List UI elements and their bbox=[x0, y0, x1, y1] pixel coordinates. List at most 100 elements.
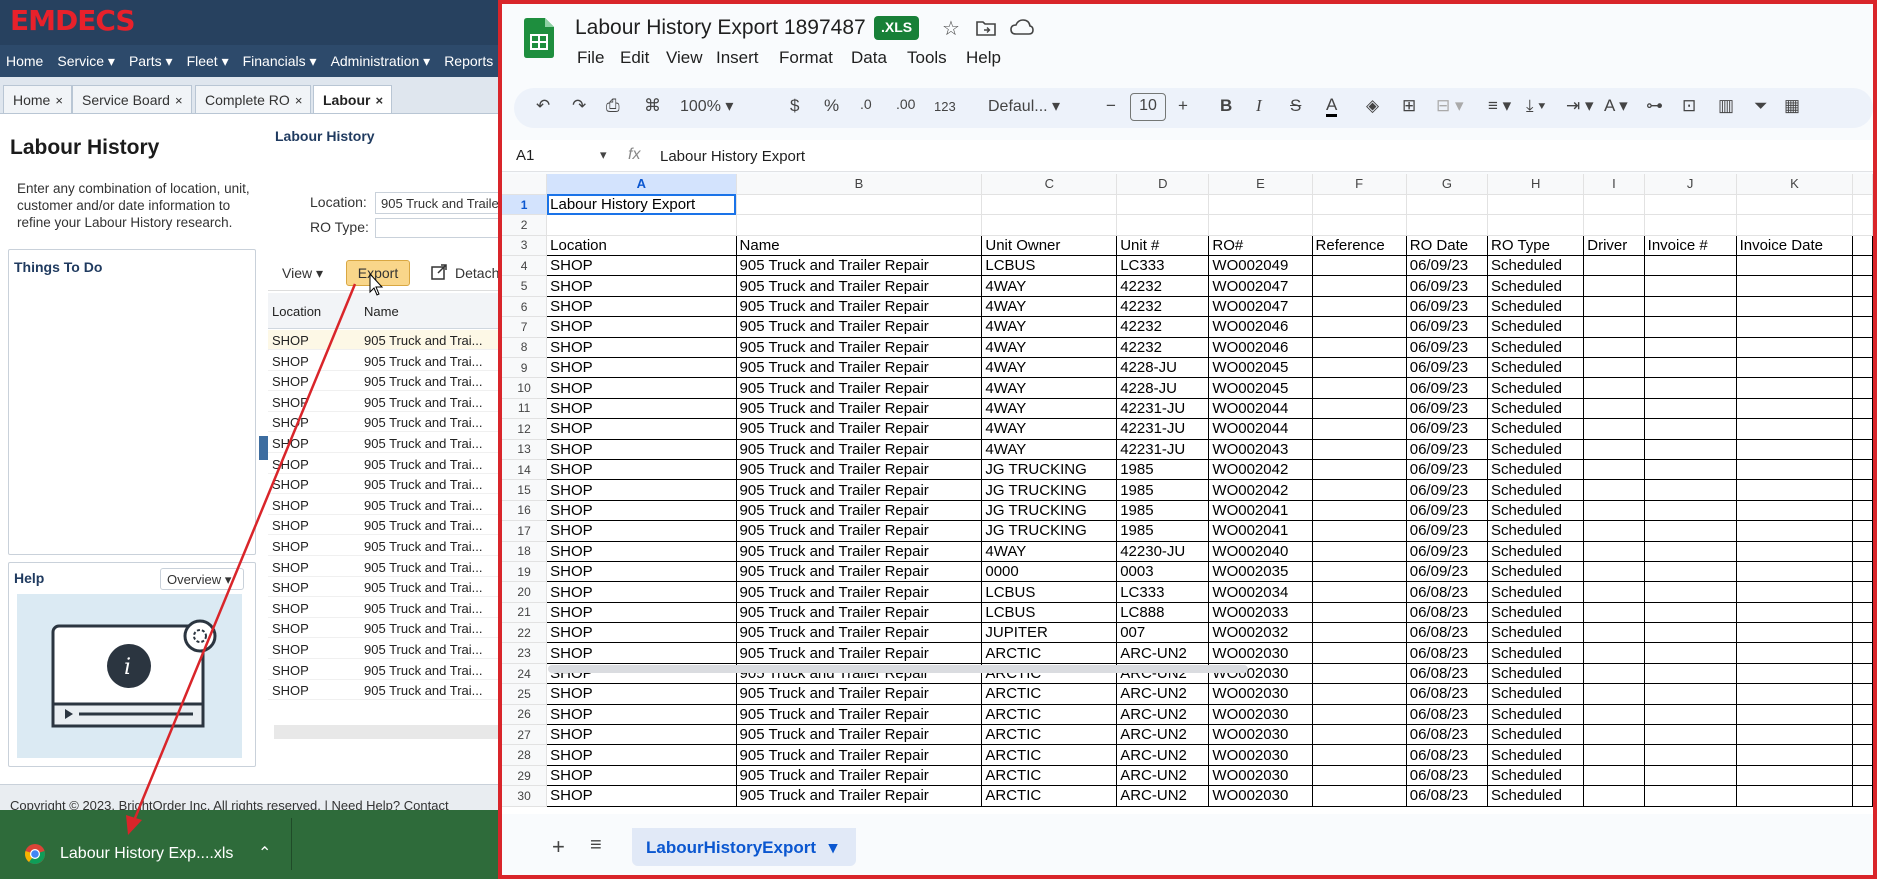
cell[interactable]: WO002030 bbox=[1208, 642, 1313, 664]
cell[interactable]: ARCTIC bbox=[981, 785, 1118, 807]
cell[interactable] bbox=[1583, 561, 1645, 583]
table-row[interactable]: SHOP 905 Truck and Trai... bbox=[268, 454, 508, 474]
cell[interactable] bbox=[1736, 622, 1854, 644]
column-header-a[interactable]: A bbox=[546, 174, 737, 195]
cell[interactable] bbox=[1644, 561, 1737, 583]
cell[interactable]: Invoice Date bbox=[1736, 235, 1854, 257]
results-horizontal-scrollbar[interactable] bbox=[274, 725, 514, 739]
cell[interactable]: Scheduled bbox=[1487, 377, 1585, 399]
add-sheet-icon[interactable]: + bbox=[552, 834, 565, 860]
table-row[interactable]: SHOP 905 Truck and Trai... bbox=[268, 680, 508, 701]
cell[interactable]: SHOP bbox=[546, 337, 737, 359]
table-row[interactable]: SHOP 905 Truck and Trai... bbox=[268, 495, 508, 515]
cell[interactable] bbox=[1736, 398, 1854, 420]
cell[interactable]: Scheduled bbox=[1487, 316, 1585, 338]
table-row[interactable]: SHOP 905 Truck and Trai... bbox=[268, 515, 508, 536]
bold-button[interactable]: B bbox=[1220, 96, 1232, 116]
cell[interactable] bbox=[1312, 663, 1407, 685]
cell[interactable]: 06/09/23 bbox=[1406, 316, 1489, 338]
cell[interactable]: 4WAY bbox=[981, 398, 1118, 420]
cell[interactable] bbox=[1116, 194, 1210, 216]
cell[interactable] bbox=[1312, 785, 1407, 807]
cell[interactable] bbox=[1852, 724, 1873, 746]
font-size-decrease-button[interactable]: − bbox=[1106, 96, 1116, 116]
cell[interactable] bbox=[1116, 214, 1210, 236]
cell[interactable] bbox=[1852, 785, 1873, 807]
cell[interactable]: SHOP bbox=[546, 724, 737, 746]
cell[interactable] bbox=[1644, 663, 1737, 685]
cell[interactable]: 06/08/23 bbox=[1406, 724, 1489, 746]
cell[interactable]: ARC-UN2 bbox=[1116, 642, 1210, 664]
cell[interactable]: SHOP bbox=[546, 785, 737, 807]
cell[interactable]: 06/08/23 bbox=[1406, 622, 1489, 644]
cell[interactable] bbox=[1312, 744, 1407, 766]
cell[interactable]: WO002043 bbox=[1208, 439, 1313, 460]
cell[interactable]: 905 Truck and Trailer Repair bbox=[736, 683, 983, 705]
cell[interactable]: ARCTIC bbox=[981, 704, 1118, 726]
row-header[interactable]: 17 bbox=[502, 520, 548, 542]
table-row[interactable]: SHOP 905 Truck and Trai... bbox=[268, 412, 508, 433]
row-header[interactable]: 10 bbox=[502, 377, 548, 399]
cell[interactable]: 0000 bbox=[981, 561, 1118, 583]
cell[interactable]: 06/08/23 bbox=[1406, 581, 1489, 603]
cell[interactable]: WO002035 bbox=[1208, 561, 1313, 583]
cell[interactable] bbox=[1583, 744, 1645, 766]
row-header[interactable]: 22 bbox=[502, 622, 548, 644]
select-all-corner[interactable] bbox=[502, 174, 548, 195]
menu-help[interactable]: Help bbox=[966, 48, 1001, 68]
row-header[interactable]: 23 bbox=[502, 642, 548, 664]
cell[interactable] bbox=[1644, 744, 1737, 766]
cell[interactable]: Unit # bbox=[1116, 235, 1210, 257]
cell[interactable] bbox=[1312, 642, 1407, 664]
column-header-name[interactable]: Name bbox=[364, 304, 399, 319]
decrease-decimal-button[interactable]: .0 bbox=[860, 96, 872, 112]
export-button[interactable]: Export bbox=[346, 260, 410, 286]
row-header[interactable]: 15 bbox=[502, 479, 548, 501]
cell[interactable]: JG TRUCKING bbox=[981, 520, 1118, 542]
cell[interactable]: SHOP bbox=[546, 398, 737, 420]
undo-icon[interactable]: ↶ bbox=[536, 96, 550, 116]
formula-input[interactable]: Labour History Export bbox=[660, 148, 805, 165]
cell[interactable] bbox=[1736, 602, 1854, 624]
cell[interactable]: Scheduled bbox=[1487, 459, 1585, 481]
cell[interactable] bbox=[1852, 602, 1873, 624]
cell[interactable] bbox=[1852, 479, 1873, 501]
cell[interactable]: LCBUS bbox=[981, 602, 1118, 624]
cell[interactable]: 905 Truck and Trailer Repair bbox=[736, 418, 983, 440]
cell[interactable] bbox=[1852, 459, 1873, 481]
cell[interactable]: WO002030 bbox=[1208, 724, 1313, 746]
cell[interactable]: 42231-JU bbox=[1116, 418, 1210, 440]
cell[interactable]: 4WAY bbox=[981, 296, 1118, 318]
cell[interactable]: 06/09/23 bbox=[1406, 377, 1489, 399]
cell[interactable]: ARC-UN2 bbox=[1116, 765, 1210, 787]
cell[interactable] bbox=[1644, 581, 1737, 603]
cell[interactable]: Scheduled bbox=[1487, 357, 1585, 379]
cell[interactable] bbox=[736, 194, 983, 216]
cell[interactable]: 905 Truck and Trailer Repair bbox=[736, 275, 983, 297]
menu-service[interactable]: Service ▾ bbox=[57, 53, 115, 70]
cell[interactable] bbox=[1644, 255, 1737, 277]
percent-format-button[interactable]: % bbox=[824, 96, 839, 116]
cell[interactable] bbox=[1644, 683, 1737, 705]
cell[interactable]: 4WAY bbox=[981, 337, 1118, 359]
cell[interactable]: 905 Truck and Trailer Repair bbox=[736, 398, 983, 420]
menu-fleet[interactable]: Fleet ▾ bbox=[187, 53, 229, 70]
cell[interactable]: 4228-JU bbox=[1116, 377, 1210, 399]
merge-cells-icon[interactable]: ⊟ ▾ bbox=[1436, 96, 1464, 116]
cell[interactable] bbox=[1852, 683, 1873, 705]
all-sheets-icon[interactable]: ≡ bbox=[590, 834, 602, 857]
row-header[interactable]: 5 bbox=[502, 275, 548, 297]
cell[interactable]: JG TRUCKING bbox=[981, 500, 1118, 522]
fill-color-icon[interactable]: ◈ bbox=[1366, 96, 1379, 116]
close-icon[interactable]: × bbox=[375, 93, 383, 108]
cell[interactable] bbox=[1852, 541, 1873, 562]
cell[interactable]: 06/09/23 bbox=[1406, 255, 1489, 277]
column-header-h[interactable]: H bbox=[1487, 174, 1585, 195]
column-header-c[interactable]: C bbox=[981, 174, 1118, 195]
cell[interactable]: Scheduled bbox=[1487, 561, 1585, 583]
tab-service-board[interactable]: Service Board × bbox=[72, 85, 192, 113]
cell[interactable] bbox=[1736, 255, 1854, 277]
cell[interactable] bbox=[1208, 214, 1313, 236]
cell[interactable] bbox=[1583, 785, 1645, 807]
cell[interactable] bbox=[1583, 765, 1645, 787]
